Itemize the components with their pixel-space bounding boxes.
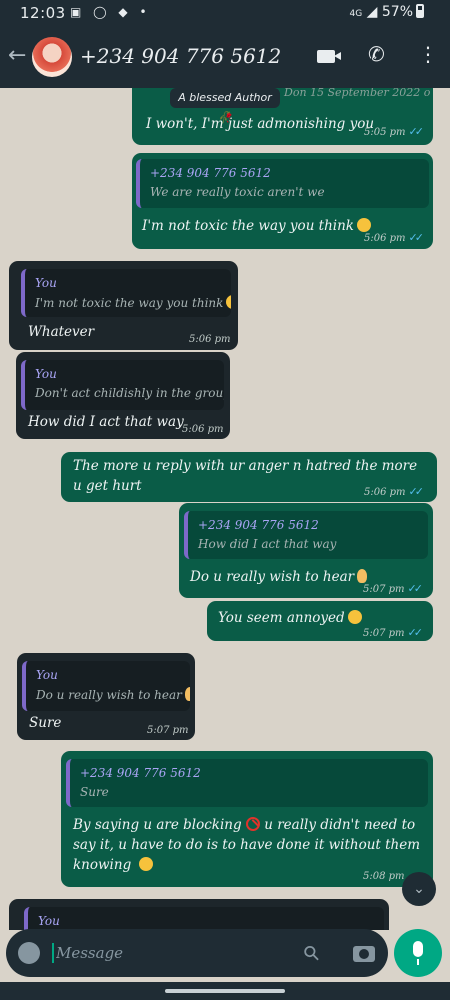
chevron-double-down-icon[interactable]: ⌄ bbox=[402, 872, 436, 906]
message-time: 5:08 pm bbox=[363, 871, 405, 882]
unamused-face-emoji-icon bbox=[347, 610, 362, 624]
message-bubble[interactable]: You I'm not toxic the way you think What… bbox=[9, 261, 238, 350]
network-label: 4G bbox=[349, 9, 363, 19]
message-text: Do u really wish to hear bbox=[190, 569, 368, 585]
emoji-icon[interactable] bbox=[18, 942, 40, 964]
message-time: 5:06 pm ✓✓ bbox=[364, 485, 425, 498]
steam-face-emoji-icon bbox=[138, 857, 153, 871]
reply-text: We are really toxic aren't we bbox=[150, 185, 325, 199]
reply-text: How did I act that way bbox=[198, 537, 337, 551]
message-bubble[interactable]: You bbox=[9, 899, 389, 930]
reply-author: You bbox=[38, 914, 60, 928]
quoted-reply[interactable]: +234 904 776 5612 We are really toxic ar… bbox=[136, 159, 429, 208]
text-cursor bbox=[52, 943, 54, 963]
message-bubble[interactable]: The more u reply with ur anger n hatred … bbox=[61, 452, 437, 502]
reply-author: +234 904 776 5612 bbox=[80, 766, 201, 780]
status-time: 12:03 bbox=[20, 4, 66, 22]
read-ticks-icon: ✓✓ bbox=[408, 125, 425, 138]
more-vert-icon[interactable]: ⋮ bbox=[418, 42, 438, 66]
signal-icon: ◢ bbox=[366, 4, 378, 20]
camera-icon[interactable] bbox=[353, 946, 375, 962]
date-pill: A blessed Author 🥀 bbox=[170, 88, 280, 124]
chat-area[interactable]: Don 15 September 2022 o I won't, I'm jus… bbox=[0, 88, 450, 930]
message-bubble[interactable]: +234 904 776 5612 How did I act that way… bbox=[179, 503, 433, 598]
ear-emoji-icon bbox=[184, 687, 190, 701]
battery-label: 57% bbox=[381, 4, 413, 20]
relieved-face-emoji-icon bbox=[357, 218, 371, 232]
reply-text: I'm not toxic the way you think bbox=[35, 295, 231, 310]
status-right: 4G ◢ 57% bbox=[349, 4, 424, 20]
overlapped-text: Don 15 September 2022 o bbox=[284, 88, 431, 99]
message-text: By saying u are blocking u really didn't… bbox=[73, 817, 421, 873]
message-bubble[interactable]: You Don't act childishly in the group Ho… bbox=[16, 352, 230, 439]
message-time: 5:07 pm bbox=[147, 725, 189, 736]
message-time: 5:06 pm ✓✓ bbox=[364, 231, 425, 244]
quoted-reply[interactable]: You Do u really wish to hear bbox=[22, 661, 190, 711]
message-time: 5:06 pm bbox=[182, 424, 224, 435]
avatar[interactable] bbox=[32, 37, 72, 77]
message-bubble[interactable]: +234 904 776 5612 Sure By saying u are b… bbox=[61, 751, 433, 887]
reply-text: Don't act childishly in the group bbox=[35, 386, 224, 400]
notification-icons: ▣ ◯ ◆ • bbox=[70, 5, 151, 19]
quoted-reply[interactable]: You I'm not toxic the way you think bbox=[21, 269, 231, 317]
status-bar: 12:03 ▣ ◯ ◆ • 4G ◢ 57% bbox=[0, 0, 450, 28]
home-gesture-pill[interactable] bbox=[165, 989, 285, 993]
message-time: 5:05 pm ✓✓ bbox=[364, 125, 425, 138]
reply-text: Do u really wish to hear bbox=[36, 687, 190, 702]
chat-header: ← +234 904 776 5612 ✆ ⋮ bbox=[0, 28, 450, 88]
message-bubble[interactable]: You seem annoyed 5:07 pm ✓✓ bbox=[207, 601, 433, 641]
system-nav-bar bbox=[0, 982, 450, 1000]
ear-emoji-icon bbox=[357, 569, 368, 583]
read-ticks-icon: ✓✓ bbox=[408, 485, 425, 498]
message-bubble[interactable]: +234 904 776 5612 We are really toxic ar… bbox=[132, 153, 433, 249]
message-text: I'm not toxic the way you think bbox=[142, 218, 371, 234]
message-time: 5:06 pm bbox=[189, 334, 231, 345]
attach-icon[interactable]: ⚲ bbox=[298, 939, 325, 966]
read-ticks-icon: ✓✓ bbox=[407, 582, 424, 595]
message-bubble[interactable]: You Do u really wish to hear Sure 5:07 p… bbox=[17, 653, 195, 740]
contact-name[interactable]: +234 904 776 5612 bbox=[80, 44, 281, 68]
message-composer: ⚲ bbox=[6, 929, 388, 977]
relieved-face-emoji-icon bbox=[226, 295, 231, 309]
quoted-reply[interactable]: You bbox=[24, 907, 384, 930]
mic-icon[interactable] bbox=[394, 929, 442, 977]
reply-text: Sure bbox=[80, 785, 109, 799]
reply-author: You bbox=[35, 276, 57, 290]
message-time: 5:07 pm ✓✓ bbox=[363, 582, 424, 595]
reply-author: +234 904 776 5612 bbox=[198, 518, 319, 532]
reply-author: You bbox=[36, 668, 58, 682]
message-text: I won't, I'm just admonishing you bbox=[146, 116, 375, 132]
quoted-reply[interactable]: You Don't act childishly in the group bbox=[21, 360, 224, 410]
message-text: How did I act that way bbox=[28, 414, 184, 430]
read-ticks-icon: ✓✓ bbox=[407, 626, 424, 639]
quoted-reply[interactable]: +234 904 776 5612 Sure bbox=[66, 759, 428, 807]
message-input[interactable] bbox=[56, 941, 276, 965]
phone-icon[interactable]: ✆ bbox=[368, 42, 385, 66]
reply-author: +234 904 776 5612 bbox=[150, 166, 271, 180]
reply-author: You bbox=[35, 367, 57, 381]
message-time: 5:07 pm ✓✓ bbox=[363, 626, 424, 639]
video-call-icon[interactable] bbox=[317, 50, 341, 63]
back-arrow-icon[interactable]: ← bbox=[8, 43, 26, 68]
message-text: Sure bbox=[29, 715, 62, 731]
message-text: You seem annoyed bbox=[218, 610, 362, 626]
quoted-reply[interactable]: +234 904 776 5612 How did I act that way bbox=[184, 511, 428, 559]
battery-icon bbox=[416, 4, 424, 18]
message-text: Whatever bbox=[28, 324, 95, 340]
prohibited-emoji-icon bbox=[245, 817, 260, 831]
read-ticks-icon: ✓✓ bbox=[408, 231, 425, 244]
